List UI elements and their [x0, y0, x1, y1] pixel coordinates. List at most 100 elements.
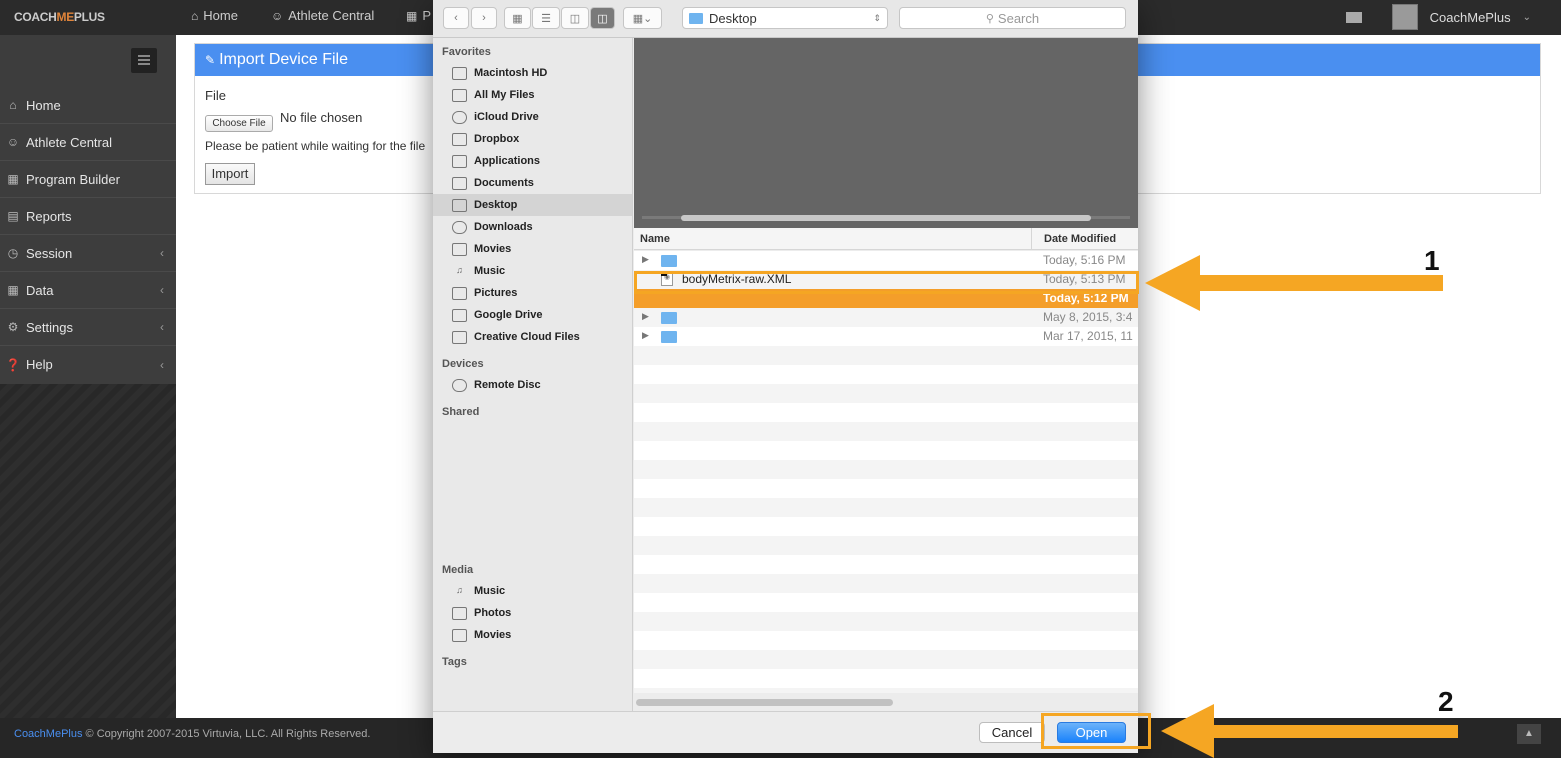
sidebar: ⌂ Home ☺ Athlete Central ▦ Program Build… [0, 35, 176, 718]
bar-chart-icon: ▤ [7, 209, 19, 223]
sidebar-item-home[interactable]: ⌂ Home [0, 87, 176, 124]
sidebar-item-music[interactable]: ♫ Music [433, 260, 632, 282]
sidebar-item-google-drive[interactable]: Google Drive [433, 304, 632, 326]
movies-icon [452, 242, 467, 256]
sidebar-item-media-photos[interactable]: Photos [433, 602, 632, 624]
sidebar-item-applications[interactable]: Applications [433, 150, 632, 172]
sidebar-item-label: Documents [474, 177, 534, 189]
sidebar-item-icloud-drive[interactable]: iCloud Drive [433, 106, 632, 128]
devices-header: Devices [442, 358, 484, 370]
forward-button[interactable]: › [471, 7, 497, 29]
sidebar-item-label: Reports [26, 208, 72, 224]
camera-icon [452, 606, 467, 620]
arrange-button[interactable]: ▦⌄ [623, 7, 662, 29]
sidebar-item-athlete-central[interactable]: ☺ Athlete Central [0, 124, 176, 161]
sidebar-item-media-movies[interactable]: Movies [433, 624, 632, 646]
folder-icon [661, 331, 677, 343]
column-view-button[interactable]: ◫ [561, 7, 589, 29]
file-row[interactable]: ▶ May 8, 2015, 3:4 [634, 308, 1138, 327]
search-input[interactable]: ⚲ Search [899, 7, 1126, 29]
sidebar-item-label: Dropbox [474, 133, 520, 145]
topnav-program-builder-label: P [422, 8, 432, 23]
location-label: Desktop [709, 10, 757, 26]
topnav-athlete-central[interactable]: ☺ Athlete Central [271, 8, 374, 23]
chevron-left-icon: ‹ [160, 246, 164, 260]
coverflow-icon: ◫ [597, 12, 608, 25]
avatar[interactable] [1391, 4, 1418, 30]
list-view-button[interactable]: ☰ [532, 7, 560, 29]
sidebar-item-macintosh-hd[interactable]: Macintosh HD [433, 62, 632, 84]
import-button[interactable]: Import [205, 163, 255, 185]
shared-header: Shared [442, 406, 480, 418]
sidebar-item-documents[interactable]: Documents [433, 172, 632, 194]
column-date-modified[interactable]: Date Modified [1031, 228, 1116, 250]
disclosure-triangle-icon[interactable]: ▶ [642, 330, 649, 341]
dropbox-icon [452, 132, 467, 146]
edit-icon: ✎ [205, 53, 216, 67]
icon-view-button[interactable]: ▦ [504, 7, 531, 29]
scroll-to-top-button[interactable]: ▲ [1517, 724, 1541, 744]
disclosure-triangle-icon[interactable]: ▶ [642, 311, 649, 322]
disclosure-triangle-icon[interactable]: ▶ [642, 254, 649, 265]
topnav-home[interactable]: ⌂ Home [191, 8, 238, 23]
cloud-icon [452, 110, 467, 124]
sidebar-item-label: iCloud Drive [474, 111, 539, 123]
clock-icon: ◷ [7, 246, 19, 260]
sidebar-item-label: Google Drive [474, 309, 543, 321]
file-list-scrollbar[interactable] [636, 699, 893, 706]
sidebar-item-label: Athlete Central [26, 134, 112, 150]
sidebar-item-program-builder[interactable]: ▦ Program Builder [0, 161, 176, 198]
app-logo[interactable]: COACHMEPLUS [14, 10, 105, 24]
tags-header: Tags [442, 656, 467, 668]
users-icon: ☺ [6, 135, 20, 149]
sidebar-item-label: Pictures [474, 287, 518, 299]
sidebar-item-data[interactable]: ▦ Data ‹ [0, 272, 176, 309]
harddrive-icon [452, 66, 467, 80]
footer-brand-link[interactable]: CoachMePlus [14, 728, 82, 740]
logo-text-plus: PLUS [73, 10, 105, 24]
sidebar-item-label: Program Builder [26, 171, 120, 187]
chevron-left-icon: ‹ [160, 320, 164, 334]
sidebar-item-label: Photos [474, 607, 512, 619]
mail-icon[interactable] [1345, 11, 1362, 23]
file-date: Mar 17, 2015, 11 [1043, 329, 1133, 343]
sidebar-item-label: All My Files [474, 89, 535, 101]
sidebar-item-creative-cloud-files[interactable]: Creative Cloud Files [433, 326, 632, 348]
topnav-athlete-central-label: Athlete Central [288, 8, 375, 23]
coverflow-view-button[interactable]: ◫ [590, 7, 615, 29]
sidebar-item-desktop[interactable]: Desktop [433, 194, 632, 216]
sidebar-item-downloads[interactable]: Downloads [433, 216, 632, 238]
sidebar-item-session[interactable]: ◷ Session ‹ [0, 235, 176, 272]
gears-icon: ⚙ [7, 320, 19, 334]
sidebar-item-dropbox[interactable]: Dropbox [433, 128, 632, 150]
choose-file-button[interactable]: Choose File [205, 115, 273, 132]
sidebar-item-all-my-files[interactable]: All My Files [433, 84, 632, 106]
chevron-left-icon: ‹ [160, 357, 164, 372]
sidebar-item-label: Home [26, 97, 61, 113]
hamburger-menu-icon[interactable] [131, 48, 157, 73]
file-row[interactable]: ▶ Today, 5:16 PM [634, 251, 1138, 270]
location-dropdown[interactable]: Desktop ⇕ [682, 7, 888, 29]
sidebar-item-settings[interactable]: ⚙ Settings ‹ [0, 309, 176, 346]
chevron-down-icon[interactable]: ⌄ [1523, 12, 1531, 23]
sidebar-item-remote-disc[interactable]: Remote Disc [433, 374, 632, 396]
home-icon: ⌂ [9, 98, 17, 112]
back-button[interactable]: ‹ [443, 7, 469, 29]
sidebar-item-movies[interactable]: Movies [433, 238, 632, 260]
file-list: ▶ Today, 5:16 PM ◉ bodyMetrix-raw.XML To… [634, 251, 1138, 693]
documents-icon [452, 176, 467, 190]
sidebar-item-pictures[interactable]: Pictures [433, 282, 632, 304]
sidebar-item-reports[interactable]: ▤ Reports [0, 198, 176, 235]
user-name[interactable]: CoachMePlus [1430, 10, 1511, 25]
sidebar-item-media-music[interactable]: ♫ Music [433, 580, 632, 602]
sidebar-item-label: Macintosh HD [474, 67, 548, 79]
users-icon: ☺ [271, 8, 284, 23]
file-row[interactable]: ▶ Mar 17, 2015, 11 [634, 327, 1138, 346]
topnav-program-builder[interactable]: ▦ P [406, 8, 431, 23]
sidebar-item-help[interactable]: ❓ Help ‹ [0, 346, 176, 383]
coverflow-scrollbar[interactable] [681, 215, 1091, 221]
sidebar-item-label: Music [474, 265, 506, 277]
column-name[interactable]: Name [640, 233, 670, 245]
cancel-button[interactable]: Cancel [979, 722, 1045, 743]
arrange-icon: ▦⌄ [632, 12, 653, 25]
